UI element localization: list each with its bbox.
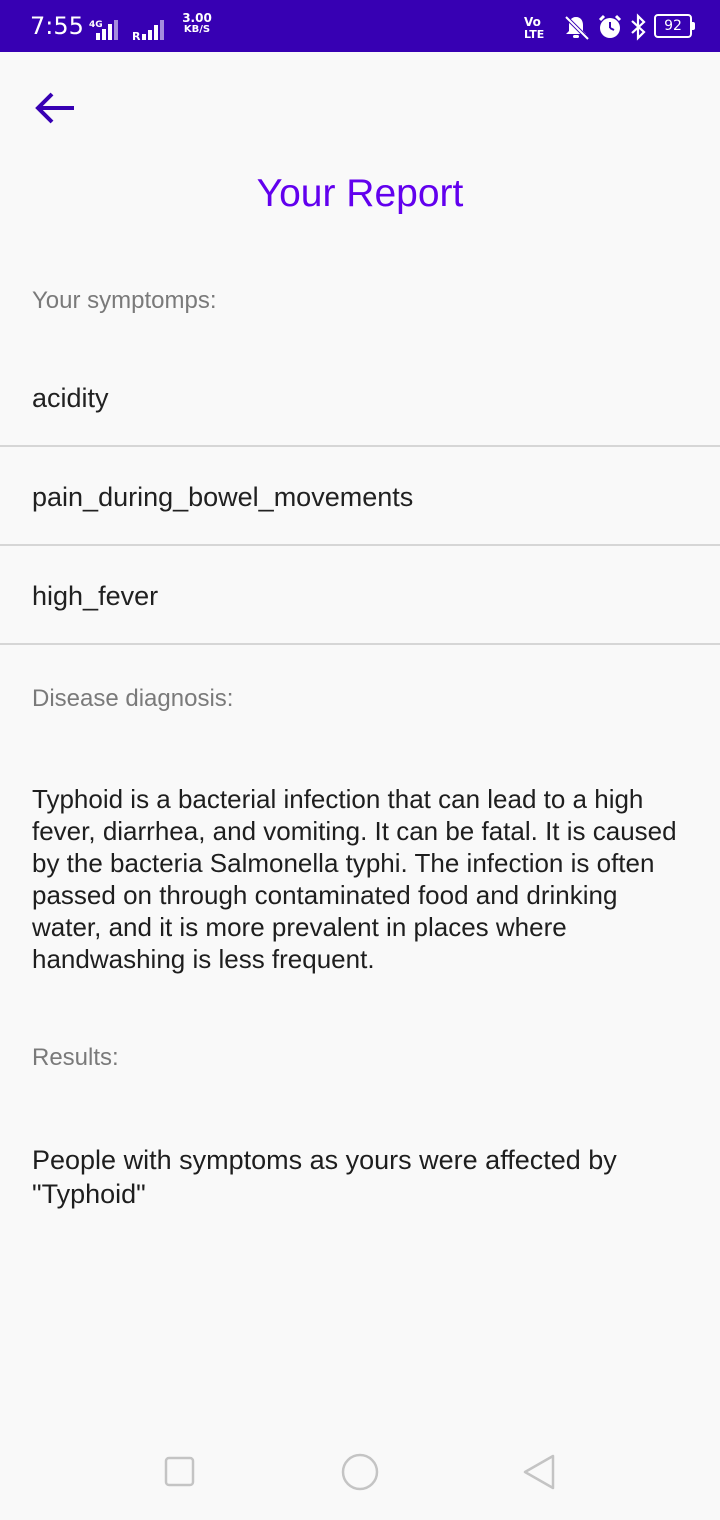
symptom-text: pain_during_bowel_movements <box>32 482 414 512</box>
list-item[interactable]: acidity <box>0 348 720 447</box>
net-speed: 3.00 KB/S <box>180 12 214 36</box>
alarm-icon <box>598 14 622 38</box>
mute-bell-icon <box>564 15 590 41</box>
status-time: 7:55 <box>30 12 84 40</box>
net-speed-unit: KB/S <box>183 24 211 35</box>
list-item[interactable]: high_fever <box>0 546 720 645</box>
symptom-text: acidity <box>32 383 109 413</box>
symptom-list: acidity pain_during_bowel_movements high… <box>0 348 720 645</box>
arrow-left-icon <box>35 92 74 124</box>
status-right-icons: Vo LTE 92 <box>524 12 696 42</box>
signal-icons: 4G R <box>86 18 176 44</box>
navigation-bar <box>0 1420 720 1520</box>
list-item[interactable]: pain_during_bowel_movements <box>0 447 720 546</box>
roaming-label: R <box>132 30 141 43</box>
network-type-label: 4G <box>89 20 103 30</box>
symptoms-label: Your symptomps: <box>32 287 217 314</box>
bluetooth-icon <box>631 13 646 41</box>
result-text: People with symptoms as yours were affec… <box>32 1145 617 1209</box>
symptom-text: high_fever <box>32 581 159 611</box>
recents-square-icon <box>164 1456 195 1487</box>
page-title: Your Report <box>256 172 464 215</box>
volte-icon: Vo LTE <box>524 15 544 41</box>
battery-icon: 92 <box>654 14 695 38</box>
svg-text:Vo: Vo <box>524 15 541 29</box>
home-circle-icon <box>341 1453 379 1491</box>
diagnosis-label: Disease diagnosis: <box>32 685 234 712</box>
back-button[interactable] <box>26 84 86 134</box>
svg-text:LTE: LTE <box>524 28 544 41</box>
recents-button[interactable] <box>155 1450 205 1494</box>
net-speed-value: 3.00 <box>182 11 212 25</box>
nav-back-button[interactable] <box>515 1450 565 1494</box>
back-triangle-icon <box>523 1454 555 1490</box>
diagnosis-text: Typhoid is a bacterial infection that ca… <box>32 784 677 974</box>
status-bar: 7:55 4G R 3.00 KB/S Vo LTE 92 <box>0 0 720 52</box>
results-label: Results: <box>32 1044 119 1071</box>
cell-signal-icon: 4G R <box>89 20 164 43</box>
home-button[interactable] <box>335 1450 385 1494</box>
